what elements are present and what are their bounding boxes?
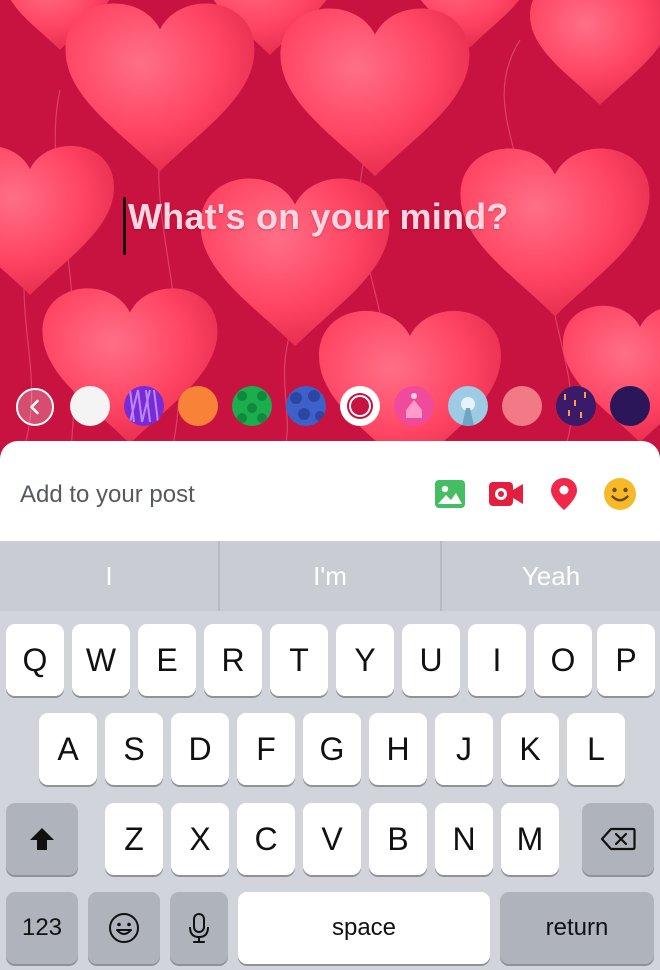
suggestion-3[interactable]: Yeah [442,541,660,611]
swatch-blue-pattern[interactable] [286,386,326,426]
key-m[interactable]: M [501,803,559,875]
microphone-icon [189,913,209,943]
swatch-light-blue-scene[interactable] [448,386,488,426]
location-pin-icon [551,478,577,510]
key-g[interactable]: G [303,713,361,785]
key-n[interactable]: N [435,803,493,875]
return-key[interactable]: return [500,892,654,964]
key-u[interactable]: U [402,624,460,696]
key-x[interactable]: X [171,803,229,875]
text-cursor [123,197,126,255]
key-j[interactable]: J [435,713,493,785]
swatch-pink-pattern[interactable] [394,386,434,426]
photo-button[interactable] [432,476,468,512]
key-z[interactable]: Z [105,803,163,875]
key-q[interactable]: Q [6,624,64,696]
key-y[interactable]: Y [336,624,394,696]
photo-icon [435,480,465,508]
key-s[interactable]: S [105,713,163,785]
key-h[interactable]: H [369,713,427,785]
emoji-icon [604,478,636,510]
backspace-icon [600,827,636,851]
swatch-white[interactable] [70,386,110,426]
key-l[interactable]: L [567,713,625,785]
key-i[interactable]: I [468,624,526,696]
key-w[interactable]: W [72,624,130,696]
post-text-placeholder[interactable]: What's on your mind? [128,196,509,238]
swatch-salmon[interactable] [502,386,542,426]
space-key[interactable]: space [238,892,490,964]
post-composer-screen: What's on your mind? Add to your post I … [0,0,660,970]
key-p[interactable]: P [597,624,655,696]
swatch-green-pattern[interactable] [232,386,272,426]
swatch-purple-rain[interactable] [556,386,596,426]
key-a[interactable]: A [39,713,97,785]
video-button[interactable] [488,476,524,512]
key-c[interactable]: C [237,803,295,875]
background-swatch-row [0,386,660,428]
feeling-button[interactable] [602,476,638,512]
key-e[interactable]: E [138,624,196,696]
key-t[interactable]: T [270,624,328,696]
dictation-key[interactable] [170,892,228,964]
swatch-purple-pattern[interactable] [124,386,164,426]
numbers-key[interactable]: 123 [6,892,78,964]
key-k[interactable]: K [501,713,559,785]
swatch-hearts-selected[interactable] [340,386,380,426]
key-r[interactable]: R [204,624,262,696]
add-to-post-label: Add to your post [20,481,195,508]
swatch-navy[interactable] [610,386,650,426]
backspace-key[interactable] [582,803,654,875]
shift-key[interactable] [6,803,78,875]
suggestion-2[interactable]: I'm [220,541,440,611]
key-b[interactable]: B [369,803,427,875]
location-button[interactable] [546,476,582,512]
key-o[interactable]: O [534,624,592,696]
key-f[interactable]: F [237,713,295,785]
suggestion-1[interactable]: I [0,541,218,611]
swatch-orange[interactable] [178,386,218,426]
key-v[interactable]: V [303,803,361,875]
emoji-key[interactable] [88,892,160,964]
emoji-face-icon [109,913,139,943]
key-d[interactable]: D [171,713,229,785]
video-camera-icon [489,482,523,506]
shift-icon [30,828,54,850]
